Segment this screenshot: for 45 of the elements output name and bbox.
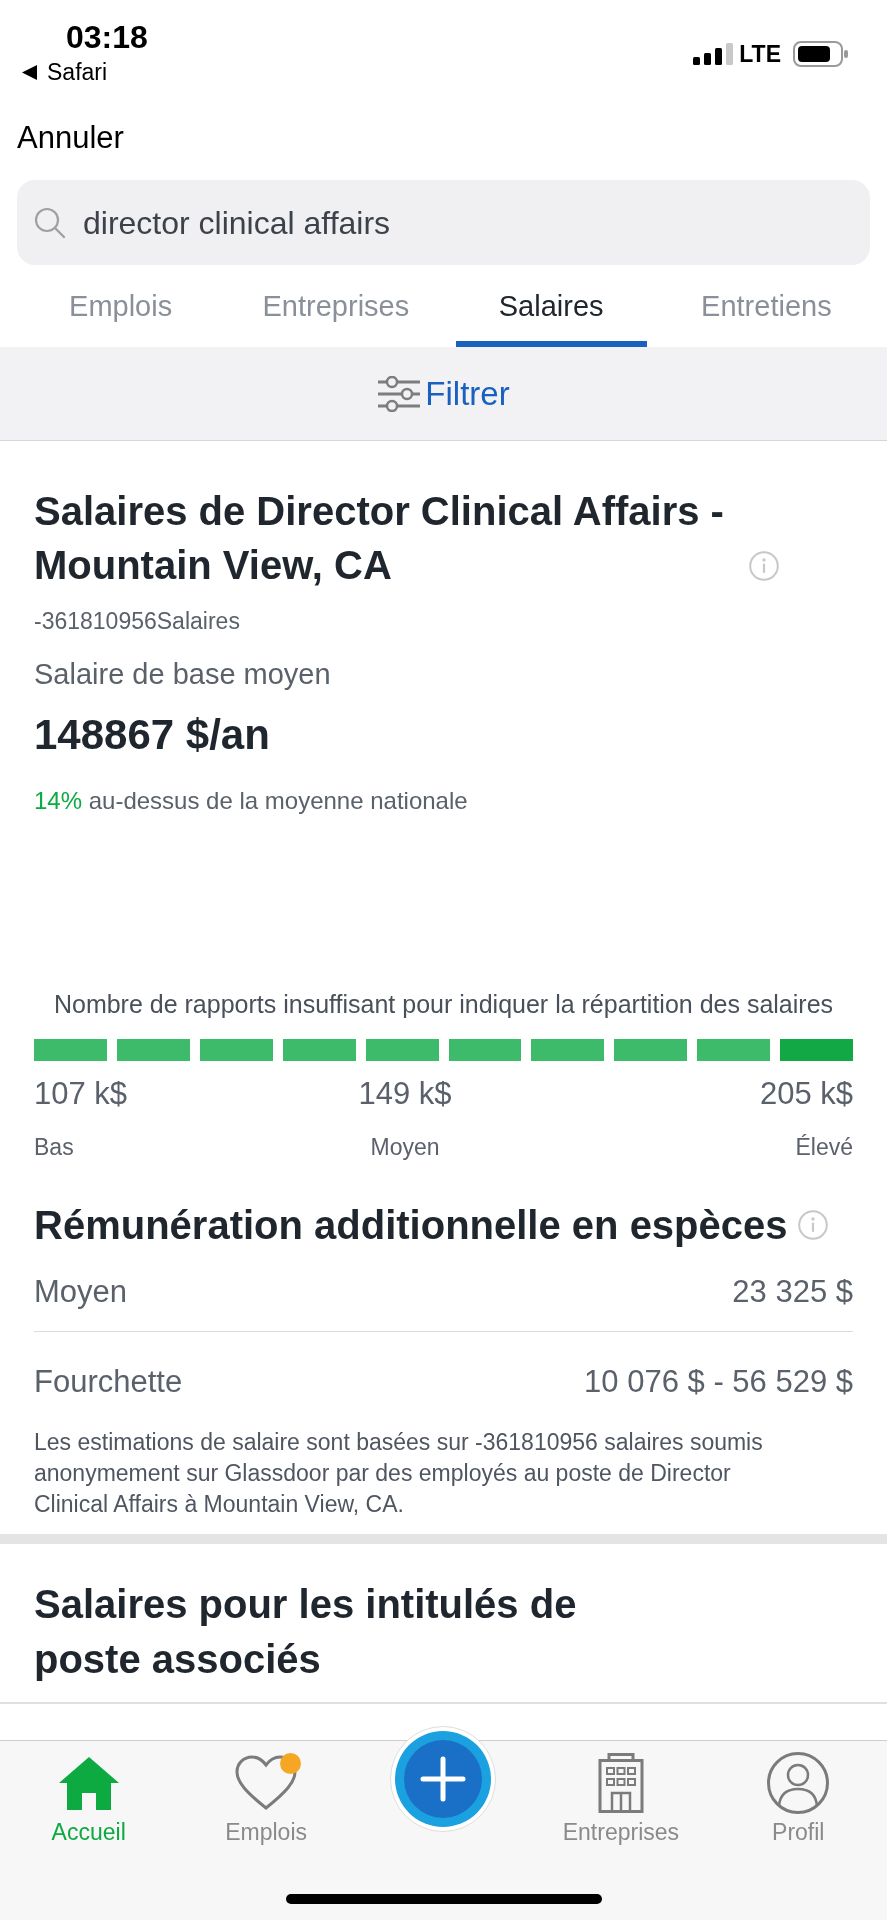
network-label: LTE (739, 40, 781, 68)
back-triangle-icon (22, 64, 37, 80)
status-time: 03:18 (66, 18, 148, 57)
tab-bar-item[interactable]: Accueil (51, 1741, 126, 1847)
cash-row-label: Moyen (34, 1273, 128, 1311)
sliders-icon (377, 375, 422, 412)
search-field[interactable]: director clinical affairs (83, 202, 853, 243)
cash-row-value: 23 325 $ (732, 1273, 853, 1311)
salary-range-value: 107 k$ (34, 1075, 128, 1113)
salary-range-value: 205 k$ (759, 1075, 853, 1113)
signal-icon (693, 43, 734, 65)
comparison-text: 14% au-dessus de la moyenne nationale (34, 786, 469, 816)
back-to-app-link[interactable]: Safari (22, 57, 108, 87)
info-icon[interactable] (749, 551, 779, 581)
distribution-note: Nombre de rapports insuffisant pour indiquer la répartition des salaires (52, 989, 835, 1020)
additional-cash-title: Rémunération additionnelle en espèces (34, 1202, 788, 1249)
estimate-note: Les estimations de salaire sont basées sur -361810956 salaires soumis anonymement sur Glassdoor par des employés au poste de Director Clinical Affairs à Mountain View, CA. (34, 1428, 764, 1519)
salary-range-label: Élevé (795, 1133, 853, 1162)
info-icon[interactable] (797, 1210, 828, 1240)
search-icon (34, 206, 66, 239)
salary-count: -361810956Salaires (34, 607, 241, 636)
salary-range-label: Moyen (370, 1133, 440, 1162)
profile-icon (767, 1752, 830, 1814)
tab-bar-item[interactable]: Profil (767, 1741, 830, 1847)
base-salary-value: 148867 $/an (34, 710, 271, 760)
search-tab[interactable]: Entretiens (670, 265, 862, 347)
search-bar[interactable]: director clinical affairs (17, 180, 870, 265)
building-icon (597, 1753, 644, 1813)
tab-bar-item[interactable]: Emplois (225, 1741, 307, 1847)
cancel-button[interactable]: Annuler (17, 117, 124, 158)
salary-range-label: Bas (34, 1133, 74, 1162)
search-tab[interactable]: Entreprises (240, 265, 432, 347)
cash-row-value: 10 076 $ - 56 529 $ (584, 1363, 853, 1401)
plus-icon (395, 1731, 492, 1827)
cash-row-label: Fourchette (34, 1363, 183, 1401)
home-icon (57, 1756, 120, 1810)
salary-range-value: 149 k$ (358, 1075, 452, 1113)
search-tab[interactable]: Emplois (25, 265, 217, 347)
heart-icon (235, 1755, 298, 1811)
battery-icon (793, 41, 849, 67)
related-titles-heading: Salaires pour les intitulés de poste associés (34, 1581, 578, 1683)
salary-title: Salaires de Director Clinical Affairs - Mountain View, CA (34, 488, 725, 589)
base-salary-label: Salaire de base moyen (34, 657, 332, 692)
filter-button[interactable]: Filtrer (377, 373, 510, 414)
tab-bar-item[interactable]: Entreprises (562, 1741, 680, 1847)
